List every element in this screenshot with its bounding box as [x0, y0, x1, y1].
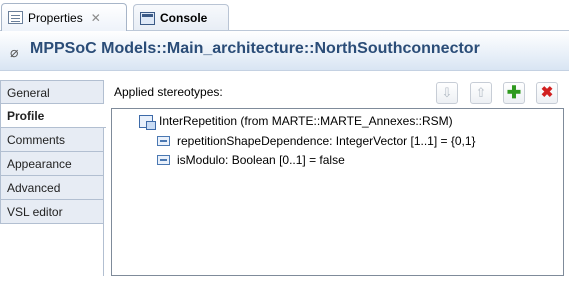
add-stereotype-button[interactable]: ✚: [503, 82, 525, 104]
property-icon: [157, 136, 170, 146]
tab-vsl-editor[interactable]: VSL editor: [0, 200, 104, 224]
tab-properties[interactable]: Properties ✕: [1, 3, 127, 31]
connector-icon: ⌀: [10, 44, 19, 60]
remove-stereotype-button[interactable]: ✖: [536, 82, 558, 104]
page-title: MPPSoC Models::Main_architecture::NorthS…: [30, 40, 480, 57]
tab-properties-label: Properties: [28, 10, 83, 25]
tab-comments[interactable]: Comments: [0, 128, 104, 152]
console-icon: [140, 11, 155, 25]
properties-header: ⌀ MPPSoC Models::Main_architecture::Nort…: [0, 31, 569, 71]
property-label: repetitionShapeDependence: IntegerVector…: [177, 134, 476, 148]
property-icon: [157, 155, 170, 165]
view-tab-bar: Properties ✕ Console: [0, 0, 569, 31]
tab-advanced[interactable]: Advanced: [0, 176, 104, 200]
tree-item-property[interactable]: repetitionShapeDependence: IntegerVector…: [157, 134, 476, 148]
tab-profile[interactable]: Profile: [0, 104, 106, 128]
properties-icon: [8, 11, 23, 24]
stereotype-icon: [139, 114, 156, 130]
tab-appearance[interactable]: Appearance: [0, 152, 104, 176]
tab-console[interactable]: Console: [133, 4, 229, 31]
side-tab-filler: [0, 224, 104, 276]
applied-stereotypes-label: Applied stereotypes:: [114, 85, 223, 99]
close-icon[interactable]: ✕: [91, 11, 101, 25]
move-up-button[interactable]: ⇧: [470, 82, 492, 104]
applied-stereotypes-tree[interactable]: InterRepetition (from MARTE::MARTE_Annex…: [111, 108, 564, 276]
tab-general[interactable]: General: [0, 80, 104, 104]
stereotype-label: InterRepetition (from MARTE::MARTE_Annex…: [159, 114, 453, 128]
section-tab-list: General Profile Comments Appearance Adva…: [0, 80, 106, 224]
property-label: isModulo: Boolean [0..1] = false: [177, 153, 345, 167]
move-down-button[interactable]: ⇩: [436, 82, 458, 104]
tab-console-label: Console: [160, 11, 208, 25]
tree-item-property[interactable]: isModulo: Boolean [0..1] = false: [157, 153, 345, 167]
tree-item-stereotype[interactable]: InterRepetition (from MARTE::MARTE_Annex…: [139, 114, 453, 130]
